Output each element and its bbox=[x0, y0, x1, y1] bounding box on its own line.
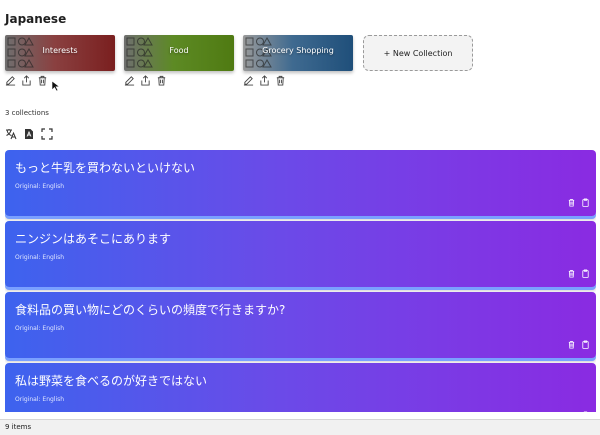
share-icon[interactable] bbox=[21, 75, 32, 86]
mouse-cursor-icon bbox=[51, 80, 61, 92]
item-count: 9 items bbox=[5, 423, 31, 431]
collection-food: Food bbox=[124, 35, 234, 71]
collections-count: 3 collections bbox=[5, 109, 49, 117]
phrase-card[interactable]: もっと牛乳を買わないといけない Original: English bbox=[5, 150, 596, 216]
share-icon[interactable] bbox=[259, 75, 270, 86]
collection-label: Interests bbox=[5, 46, 115, 55]
collection-card[interactable]: Grocery Shopping bbox=[243, 35, 353, 71]
collection-grocery-shopping: Grocery Shopping bbox=[243, 35, 353, 71]
status-bar: 9 items bbox=[0, 419, 600, 435]
phrase-original: Original: English bbox=[15, 396, 64, 403]
phrase-card[interactable]: 私は野菜を食べるのが好きではない Original: English bbox=[5, 363, 596, 412]
collection-card[interactable]: Food bbox=[124, 35, 234, 71]
share-icon[interactable] bbox=[140, 75, 151, 86]
phrase-card[interactable]: 食料品の買い物にどのくらいの頻度で行きますか? Original: Englis… bbox=[5, 292, 596, 358]
page-title: Japanese bbox=[5, 12, 66, 26]
clipboard-icon[interactable] bbox=[581, 340, 590, 349]
collection-label: Food bbox=[124, 46, 234, 55]
collections-row: Interests Food bbox=[5, 35, 595, 95]
phrase-original: Original: English bbox=[15, 254, 64, 261]
collection-label: Grocery Shopping bbox=[243, 46, 353, 55]
pdf-icon[interactable] bbox=[23, 128, 35, 140]
trash-icon[interactable] bbox=[275, 75, 286, 86]
phrase-card[interactable]: ニンジンはあそこにあります Original: English bbox=[5, 221, 596, 287]
phrase-text: 私は野菜を食べるのが好きではない bbox=[15, 372, 207, 389]
edit-icon[interactable] bbox=[124, 75, 135, 86]
trash-icon[interactable] bbox=[156, 75, 167, 86]
delete-icon[interactable] bbox=[567, 269, 576, 278]
phrase-original: Original: English bbox=[15, 325, 64, 332]
phrase-original: Original: English bbox=[15, 183, 64, 190]
phrase-text: もっと牛乳を買わないといけない bbox=[15, 159, 195, 176]
phrase-text: ニンジンはあそこにあります bbox=[15, 230, 171, 247]
trash-icon[interactable] bbox=[37, 75, 48, 86]
phrase-list: もっと牛乳を買わないといけない Original: English ニンジンはあ… bbox=[5, 150, 596, 412]
delete-icon[interactable] bbox=[567, 340, 576, 349]
clipboard-icon[interactable] bbox=[581, 198, 590, 207]
delete-icon[interactable] bbox=[567, 198, 576, 207]
phrase-text: 食料品の買い物にどのくらいの頻度で行きますか? bbox=[15, 301, 285, 318]
fullscreen-icon[interactable] bbox=[41, 128, 53, 140]
clipboard-icon[interactable] bbox=[581, 269, 590, 278]
collection-card[interactable]: Interests bbox=[5, 35, 115, 71]
collection-interests: Interests bbox=[5, 35, 115, 71]
clipboard-icon[interactable] bbox=[581, 411, 590, 412]
delete-icon[interactable] bbox=[567, 411, 576, 412]
translate-icon[interactable] bbox=[5, 128, 17, 140]
edit-icon[interactable] bbox=[243, 75, 254, 86]
new-collection-button[interactable]: + New Collection bbox=[363, 35, 473, 71]
edit-icon[interactable] bbox=[5, 75, 16, 86]
toolbar bbox=[5, 128, 53, 140]
